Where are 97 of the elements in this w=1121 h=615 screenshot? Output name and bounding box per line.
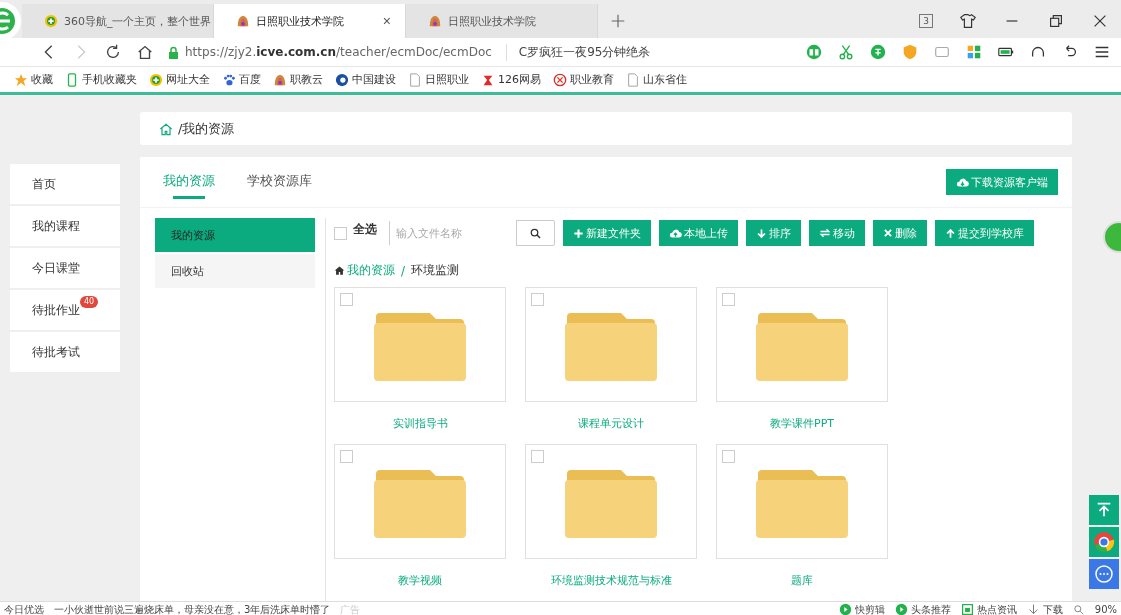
- sidebar-item[interactable]: 我的课程: [10, 206, 120, 246]
- bookmark-label[interactable]: 收藏: [31, 72, 53, 87]
- bookmark-label[interactable]: 山东省住: [643, 72, 687, 87]
- apps-grid-icon[interactable]: [965, 43, 983, 61]
- circle-logo-icon: [553, 72, 567, 87]
- folder-card[interactable]: [334, 287, 506, 402]
- sidebar-item[interactable]: 待批考试: [10, 332, 120, 372]
- bookmark[interactable]: 职教云: [273, 72, 323, 87]
- bookmark[interactable]: 百度: [222, 72, 261, 87]
- star-icon: [14, 72, 28, 87]
- folder-card[interactable]: [334, 444, 506, 559]
- translate-icon[interactable]: [869, 43, 887, 61]
- bookmark-label[interactable]: 职教云: [290, 72, 323, 87]
- home-icon[interactable]: [136, 43, 154, 61]
- zoom-icon[interactable]: [1072, 603, 1085, 615]
- page-icon: [408, 72, 422, 87]
- bookmark-label[interactable]: 日照职业: [425, 72, 469, 87]
- sidebar-item[interactable]: 首页: [10, 164, 120, 204]
- lock-icon: [168, 45, 179, 59]
- globe-plus-icon: [149, 72, 163, 87]
- page-icon: [626, 72, 640, 87]
- tab-count[interactable]: 3: [919, 14, 933, 28]
- status-item[interactable]: 快剪辑: [854, 602, 885, 615]
- shirt-icon[interactable]: [959, 12, 977, 30]
- paw-icon: [222, 72, 236, 87]
- shell-icon: [428, 14, 442, 28]
- status-item[interactable]: 头条推荐: [910, 602, 951, 615]
- browser-tab[interactable]: 日照职业技术学院 ×: [214, 4, 406, 38]
- chat-icon[interactable]: [1089, 559, 1119, 589]
- bookmark-label[interactable]: 网址大全: [166, 72, 210, 87]
- restore-icon[interactable]: [1047, 12, 1065, 30]
- sidebar-item[interactable]: 待批作业 40: [10, 290, 120, 330]
- home-icon: [334, 265, 345, 276]
- reload-icon[interactable]: [104, 43, 122, 61]
- status-item[interactable]: 下载: [1042, 602, 1063, 615]
- swap-arrows-icon: [819, 227, 831, 239]
- tab[interactable]: 学校资源库: [247, 165, 312, 199]
- folder-checkbox[interactable]: [531, 293, 544, 306]
- bookmark-label[interactable]: 手机收藏夹: [82, 72, 137, 87]
- scissors-icon[interactable]: [837, 43, 855, 61]
- back-to-top-icon[interactable]: [1089, 495, 1119, 525]
- status-item[interactable]: 热点资讯: [976, 602, 1017, 615]
- select-all-label: 全选: [353, 220, 377, 238]
- folder-card[interactable]: [716, 287, 888, 402]
- bookmark[interactable]: 126网易: [481, 72, 541, 87]
- plus-icon: [573, 227, 584, 239]
- close-tab-button[interactable]: ×: [382, 14, 391, 28]
- folder-nav-item[interactable]: 我的资源: [155, 218, 315, 252]
- breadcrumb-text: /我的资源: [178, 119, 235, 138]
- delete-icon: [883, 228, 893, 238]
- sidebar-item[interactable]: 今日课堂: [10, 248, 120, 288]
- url-text[interactable]: https://zjy2.icve.com.cn/teacher/ecmDoc/ecmDoc: [185, 45, 492, 59]
- arrow-up-icon: [945, 227, 956, 239]
- folder-checkbox[interactable]: [340, 293, 353, 306]
- folder-card[interactable]: [525, 444, 697, 559]
- shield-icon[interactable]: [901, 43, 919, 61]
- arrow-down-icon: [756, 227, 767, 239]
- bookmark[interactable]: 收藏: [14, 72, 53, 87]
- bookmark-label[interactable]: 中国建设: [352, 72, 396, 87]
- search-field[interactable]: C罗疯狂一夜95分钟绝杀: [505, 43, 651, 61]
- download-icon: [1026, 603, 1040, 615]
- bookmark-label[interactable]: 百度: [239, 72, 261, 87]
- bookmark[interactable]: 职业教育: [553, 72, 614, 87]
- bookmark[interactable]: 网址大全: [149, 72, 210, 87]
- new-tab-icon[interactable]: [609, 12, 627, 30]
- status-label: 今日优选: [4, 602, 44, 615]
- path-separator: /: [401, 263, 406, 278]
- folder-card[interactable]: [525, 287, 697, 402]
- bookmark-label[interactable]: 126网易: [498, 72, 541, 87]
- bank-logo-icon: [335, 72, 349, 87]
- select-all-checkbox[interactable]: [334, 226, 347, 240]
- folder-checkbox[interactable]: [722, 293, 735, 306]
- folder-checkbox[interactable]: [340, 450, 353, 463]
- folder-card[interactable]: [716, 444, 888, 559]
- folder-checkbox[interactable]: [722, 450, 735, 463]
- count-badge: 40: [80, 296, 99, 308]
- zoom-level[interactable]: 90%: [1094, 604, 1117, 615]
- news-icon: [960, 603, 974, 615]
- browser-tab[interactable]: 360导航_一个主页，整个世界: [22, 4, 214, 38]
- browser-tab[interactable]: 日照职业技术学院: [406, 4, 598, 38]
- bookmark[interactable]: 日照职业: [408, 72, 469, 87]
- browser-logo-icon[interactable]: [0, 0, 22, 38]
- colored-ring-icon[interactable]: [1089, 527, 1119, 557]
- news-ticker[interactable]: 一小伙逝世前说三遍烧床单，母亲没在意，3年后洗床单时懵了: [54, 602, 331, 615]
- shell-icon: [273, 72, 287, 87]
- globe-plus-icon: [44, 14, 58, 28]
- search-icon[interactable]: [529, 226, 542, 240]
- folder-nav-item[interactable]: 回收站: [155, 254, 315, 288]
- bookmark[interactable]: 手机收藏夹: [65, 72, 137, 87]
- shell-icon: [236, 14, 250, 28]
- folder-checkbox[interactable]: [531, 450, 544, 463]
- bookmark[interactable]: 山东省住: [626, 72, 687, 87]
- phone-icon: [65, 72, 79, 87]
- file-search-field[interactable]: 输入文件名称: [389, 220, 555, 246]
- bookmark[interactable]: 中国建设: [335, 72, 396, 87]
- path-current: 环境监测: [411, 262, 460, 279]
- bookmark-label[interactable]: 职业教育: [570, 72, 614, 87]
